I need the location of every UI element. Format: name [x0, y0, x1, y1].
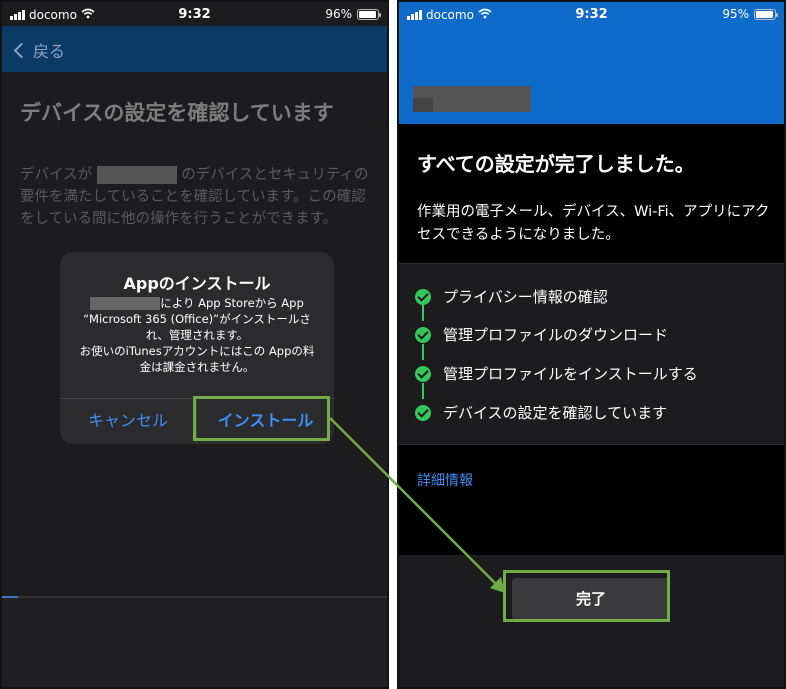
page-title: すべての設定が完了しました。 — [417, 152, 695, 176]
dialog-title: Appのインストール — [123, 274, 271, 293]
status-bar: docomo 9:32 96% — [2, 2, 387, 28]
page-description: 作業用の電子メール、デバイス、Wi-Fi、アプリにアクセスできるようになりました… — [417, 204, 770, 243]
check-circle-icon — [415, 288, 431, 305]
page-description: デバイスが のデバイスとセキュリティの要件を満たしていることを確認しています。こ… — [20, 166, 369, 227]
back-label: 戻る — [33, 42, 66, 61]
redacted-org-name — [96, 166, 177, 184]
back-button[interactable]: 戻る — [12, 38, 65, 62]
battery-percent: 95% — [722, 7, 749, 21]
cancel-button[interactable]: キャンセル — [60, 398, 196, 444]
page-title: デバイスの設定を確認しています — [20, 101, 334, 125]
redacted-org-name — [90, 297, 161, 310]
details-link[interactable]: 詳細情報 — [417, 470, 473, 490]
bottom-area — [2, 598, 387, 687]
status-bar: docomo 9:32 95% — [399, 2, 784, 28]
list-item: デバイスの設定を確認しています — [415, 402, 667, 423]
done-button-highlight — [503, 570, 670, 622]
battery-percent: 96% — [325, 7, 352, 21]
list-item: 管理プロファイルをインストールする — [415, 363, 698, 384]
battery-icon — [754, 8, 778, 20]
list-item: 管理プロファイルのダウンロード — [415, 324, 668, 345]
divider — [399, 444, 784, 445]
check-circle-icon — [415, 365, 431, 382]
chevron-left-icon — [13, 42, 30, 58]
dialog-message: により App Storeから App “Microsoft 365 (Offi… — [79, 296, 315, 374]
redacted-org-logo — [413, 98, 433, 112]
check-circle-icon — [415, 404, 431, 421]
left-phone-screen: docomo 9:32 96% 戻る デバイスの設定を確認しています デバイスが… — [0, 0, 389, 689]
check-circle-icon — [415, 326, 431, 343]
list-item: プライバシー情報の確認 — [415, 286, 608, 307]
step-connector — [422, 383, 424, 399]
install-button-highlight — [193, 396, 330, 441]
step-connector — [422, 305, 424, 321]
nav-bar: 戻る — [2, 26, 387, 72]
setup-steps-list: プライバシー情報の確認 管理プロファイルのダウンロード 管理プロファイルをインス… — [399, 264, 784, 444]
step-connector — [422, 344, 424, 360]
battery-icon — [357, 8, 381, 20]
